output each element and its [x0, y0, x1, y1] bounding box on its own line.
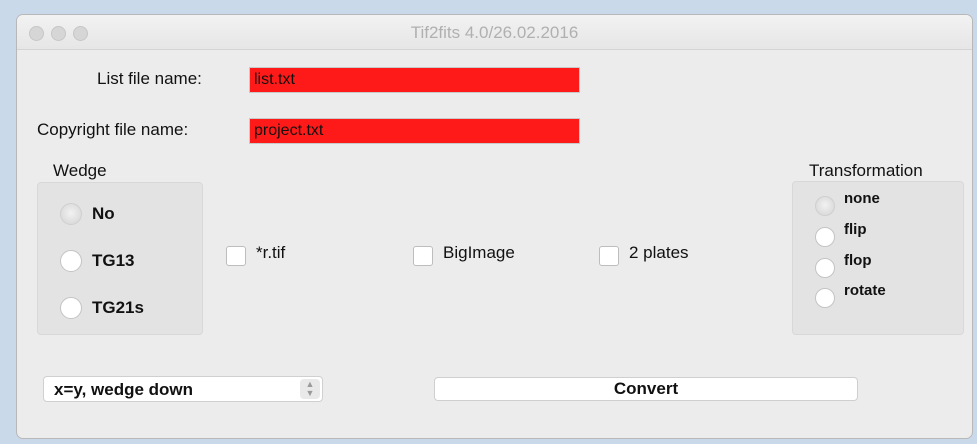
transform-option-label: flip [844, 221, 867, 238]
radio-button[interactable] [815, 258, 835, 278]
transform-radio-flip[interactable]: flip [815, 221, 867, 247]
mode-select-value: x=y, wedge down [54, 380, 194, 399]
bigimage-checkbox-label: BigImage [443, 243, 515, 262]
wedge-radio-no[interactable]: No [60, 203, 115, 225]
transform-radio-none[interactable]: none [815, 190, 880, 216]
transform-option-label: flop [844, 252, 872, 269]
two-plates-checkbox-label: 2 plates [629, 243, 689, 262]
copyright-file-input[interactable] [249, 118, 580, 144]
wedge-option-label: TG21s [92, 298, 144, 317]
copyright-file-label: Copyright file name: [37, 120, 189, 139]
window-title: Tif2fits 4.0/26.02.2016 [410, 23, 579, 42]
convert-button[interactable]: Convert [434, 377, 858, 401]
chevron-up-down-icon[interactable]: ▲ ▼ [300, 379, 320, 399]
title-bar: Tif2fits 4.0/26.02.2016 [17, 15, 972, 50]
wedge-radio-tg21s[interactable]: TG21s [60, 297, 144, 319]
wedge-group: No TG13 TG21s [37, 182, 203, 335]
wedge-radio-tg13[interactable]: TG13 [60, 250, 135, 272]
app-window: Tif2fits 4.0/26.02.2016 List file name: … [17, 15, 972, 438]
transform-radio-rotate[interactable]: rotate [815, 282, 886, 308]
list-file-label: List file name: [97, 69, 202, 88]
radio-button[interactable] [60, 250, 82, 272]
transform-option-label: none [844, 190, 880, 207]
radio-button[interactable] [815, 227, 835, 247]
radio-button-checked[interactable] [815, 196, 835, 216]
rtif-checkbox-label: *r.tif [256, 243, 286, 262]
wedge-group-label: Wedge [53, 161, 107, 180]
two-plates-checkbox[interactable] [599, 246, 619, 266]
transformation-group-label: Transformation [809, 161, 923, 180]
transform-option-label: rotate [844, 282, 886, 299]
rtif-checkbox-row[interactable]: *r.tif [226, 243, 286, 266]
transformation-group: none flip flop rotate [792, 181, 964, 335]
wedge-option-label: TG13 [92, 251, 135, 270]
radio-button[interactable] [815, 288, 835, 308]
mode-select[interactable]: x=y, wedge down ▲ ▼ [43, 376, 323, 402]
two-plates-checkbox-row[interactable]: 2 plates [599, 243, 689, 266]
radio-button[interactable] [60, 297, 82, 319]
list-file-input[interactable] [249, 67, 580, 93]
bigimage-checkbox[interactable] [413, 246, 433, 266]
transform-radio-flop[interactable]: flop [815, 252, 872, 278]
radio-button-checked[interactable] [60, 203, 82, 225]
rtif-checkbox[interactable] [226, 246, 246, 266]
bigimage-checkbox-row[interactable]: BigImage [413, 243, 515, 266]
wedge-option-label: No [92, 204, 115, 223]
